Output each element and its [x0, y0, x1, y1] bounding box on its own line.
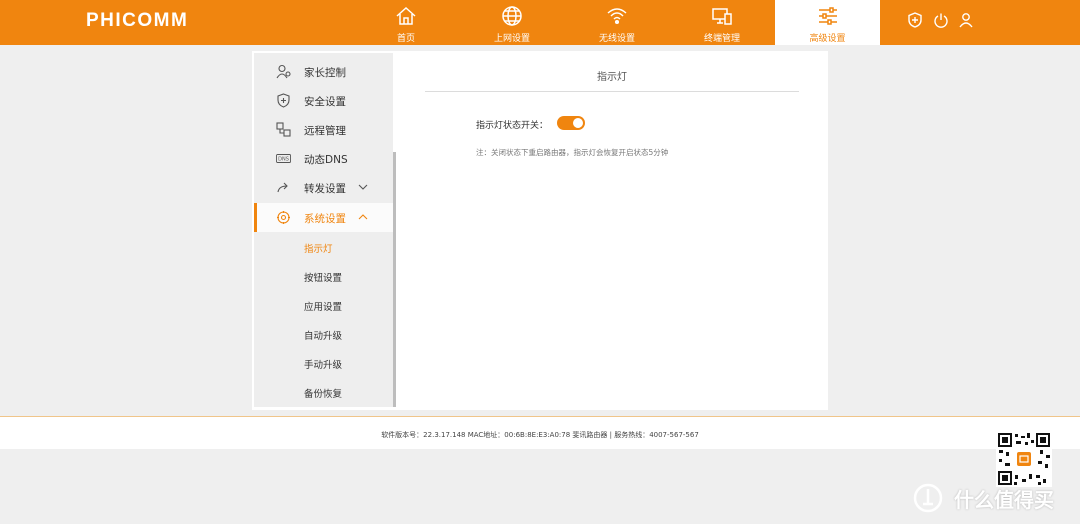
system-icon [277, 211, 290, 224]
toggle-knob [573, 118, 583, 128]
globe-icon [502, 6, 522, 26]
sidebar-item-system-settings[interactable]: 系统设置 [254, 203, 393, 232]
sidebar-item-label: 安全设置 [304, 96, 346, 108]
sidebar-item-label: 远程管理 [304, 125, 346, 137]
sidebar-item-security[interactable]: 安全设置 [254, 86, 393, 115]
sidebar-item-label: 家长控制 [304, 67, 346, 79]
sidebar-item-ddns[interactable]: DNS 动态DNS [254, 144, 393, 173]
nav-advanced-label: 高级设置 [809, 34, 846, 44]
sidebar-subitem-manual-upgrade[interactable]: 手动升级 [254, 348, 393, 377]
watermark-text: 什么值得买 [954, 488, 1054, 512]
subitem-label: 手动升级 [304, 360, 343, 371]
nav-device-management[interactable]: 终端管理 [670, 0, 774, 45]
nav-home-label: 首页 [396, 34, 415, 44]
chevron-down-icon[interactable] [358, 183, 368, 191]
sidebar-item-forwarding[interactable]: 转发设置 [254, 173, 393, 202]
title-divider [425, 91, 799, 92]
nav-home[interactable]: 首页 [354, 0, 458, 45]
panel-title: 指示灯 [597, 72, 627, 83]
user-icon[interactable] [958, 12, 974, 28]
sidebar-subitem-backup-restore[interactable]: 备份恢复 [254, 377, 393, 406]
nav-wireless-label: 无线设置 [598, 34, 635, 44]
nav-internet-settings[interactable]: 上网设置 [460, 0, 564, 45]
sidebar-item-remote-management[interactable]: 远程管理 [254, 115, 393, 144]
sidebar-subitem-indicator-light[interactable]: 指示灯 [254, 232, 393, 261]
sidebar-item-label: 转发设置 [304, 183, 346, 195]
dns-icon: DNS [276, 154, 291, 163]
shield-icon [277, 93, 290, 108]
sidebar-subitem-button-settings[interactable]: 按钮设置 [254, 261, 393, 290]
subitem-label: 按钮设置 [304, 273, 343, 284]
subitem-label: 自动升级 [304, 331, 343, 342]
nav-advanced-settings[interactable]: 高级设置 [775, 0, 880, 45]
shield-plus-icon[interactable] [907, 12, 923, 28]
power-icon[interactable] [933, 12, 949, 28]
nav-wireless-settings[interactable]: 无线设置 [565, 0, 669, 45]
subitem-label: 应用设置 [304, 302, 343, 313]
nav-devices-label: 终端管理 [703, 34, 740, 44]
indicator-note: 注：关闭状态下重启路由器，指示灯会恢复开启状态5分钟 [476, 148, 669, 157]
qr-code [996, 431, 1052, 487]
sidebar-item-parental-control[interactable]: 家长控制 [254, 57, 393, 86]
devices-icon [712, 8, 732, 25]
forward-icon [277, 182, 288, 193]
sidebar-item-label: 系统设置 [304, 213, 346, 225]
subitem-label: 指示灯 [304, 244, 333, 255]
sidebar-subitem-app-settings[interactable]: 应用设置 [254, 290, 393, 319]
indicator-toggle[interactable] [557, 116, 585, 130]
home-icon [396, 6, 416, 25]
indicator-switch-label: 指示灯状态开关： [476, 121, 549, 131]
sidebar-item-label: 动态DNS [304, 154, 348, 166]
footer-info: 软件版本号：22.3.17.148 MAC地址：00:6B:8E:E3:A0:7… [381, 431, 699, 439]
sidebar-scrollbar[interactable] [393, 152, 396, 407]
subitem-label: 备份恢复 [304, 389, 343, 400]
sliders-icon [818, 7, 837, 25]
nav-internet-label: 上网设置 [493, 34, 530, 44]
svg-text:DNS: DNS [278, 157, 289, 163]
chevron-up-icon[interactable] [358, 213, 368, 221]
active-indicator [254, 203, 257, 232]
phicomm-logo: PHICOMM [86, 10, 189, 31]
sidebar: 家长控制 安全设置 远程管理 DNS 动态DNS 转发设置 系统设置 指示灯 按… [254, 53, 393, 407]
remote-icon [276, 122, 291, 137]
sidebar-subitem-auto-upgrade[interactable]: 自动升级 [254, 319, 393, 348]
top-nav-bar: PHICOMM 首页 上网设置 无线设置 终端管理 高级设置 [0, 0, 1080, 45]
parent-icon [276, 64, 291, 79]
wifi-icon [607, 8, 627, 25]
